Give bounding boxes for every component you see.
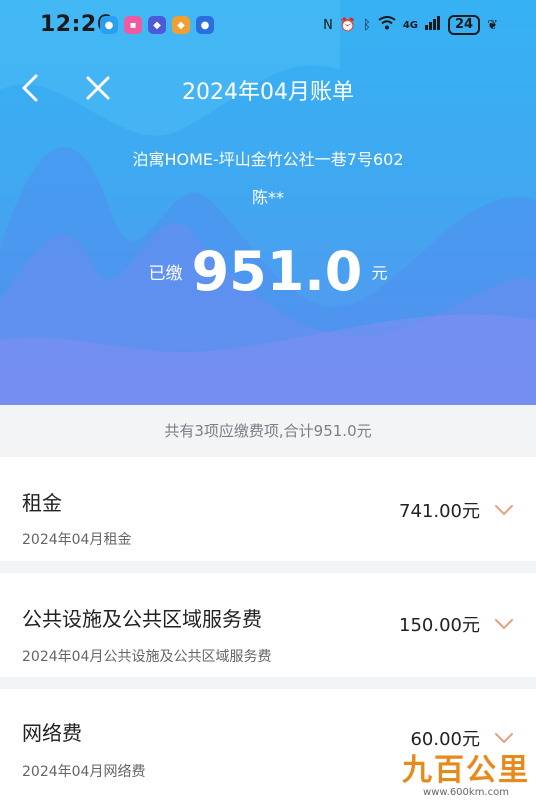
app-notification-icon: ● — [196, 16, 214, 34]
fee-item-amount: 741.00元 — [399, 501, 480, 522]
paid-label: 已缴 — [148, 264, 183, 284]
paid-amount: 951.0 — [191, 240, 363, 303]
fee-item-amount: 150.00元 — [399, 615, 480, 636]
alarm-icon: ⏰ — [339, 17, 357, 33]
fee-item-public-service[interactable]: 公共设施及公共区域服务费 2024年04月公共设施及公共区域服务费 150.00… — [0, 573, 536, 677]
status-indicators: N ⏰ ᛒ 4G 24 ❦ — [323, 15, 498, 35]
fee-item-name: 公共设施及公共区域服务费 — [22, 607, 262, 631]
site-watermark: 九百公里 www.600km.com — [402, 753, 530, 799]
watermark-url: www.600km.com — [423, 787, 509, 798]
message-icon: ● — [100, 16, 118, 34]
property-address: 泊寓HOME-坪山金竹公社一巷7号602 — [132, 150, 404, 169]
bill-header: 12:26 ● ▪ ◆ ◆ ● N ⏰ ᛒ 4G 24 ❦ 2024年04月账单… — [0, 0, 536, 405]
fee-item-desc: 2024年04月公共设施及公共区域服务费 — [22, 649, 272, 665]
bill-summary: 共有3项应缴费项,合计951.0元 — [0, 405, 536, 457]
signal-icon — [425, 16, 441, 34]
fee-item-desc: 2024年04月租金 — [22, 532, 132, 548]
paid-unit: 元 — [371, 263, 388, 283]
status-bar: 12:26 ● ▪ ◆ ◆ ● N ⏰ ᛒ 4G 24 ❦ — [0, 0, 536, 52]
network-type: 4G — [402, 19, 418, 31]
fee-item-amount: 60.00元 — [410, 729, 480, 750]
battery-level: 24 — [448, 15, 481, 35]
app-notification-icon: ▪ — [124, 16, 142, 34]
fee-item-name: 租金 — [22, 491, 62, 515]
paid-total: 已缴 951.0 元 — [0, 240, 536, 303]
fee-item-desc: 2024年04月网络费 — [22, 764, 146, 780]
chevron-down-icon[interactable] — [494, 503, 514, 517]
fee-item-name: 网络费 — [22, 721, 82, 745]
tenant-name: 陈** — [251, 188, 284, 207]
wifi-icon — [378, 16, 396, 34]
page-title: 2024年04月账单 — [182, 80, 354, 105]
chevron-down-icon[interactable] — [494, 731, 514, 745]
notification-icons: ● ▪ ◆ ◆ ● — [100, 16, 214, 34]
watermark-logo: 九百公里 — [402, 753, 530, 788]
app-notification-icon: ◆ — [148, 16, 166, 34]
leaf-icon: ❦ — [487, 17, 498, 33]
bluetooth-icon: ᛒ — [363, 17, 371, 33]
nfc-icon: N — [323, 17, 333, 33]
chevron-down-icon[interactable] — [494, 617, 514, 631]
fee-item-rent[interactable]: 租金 2024年04月租金 741.00元 — [0, 457, 536, 561]
nav-bar: 2024年04月账单 — [0, 58, 536, 118]
app-notification-icon: ◆ — [172, 16, 190, 34]
